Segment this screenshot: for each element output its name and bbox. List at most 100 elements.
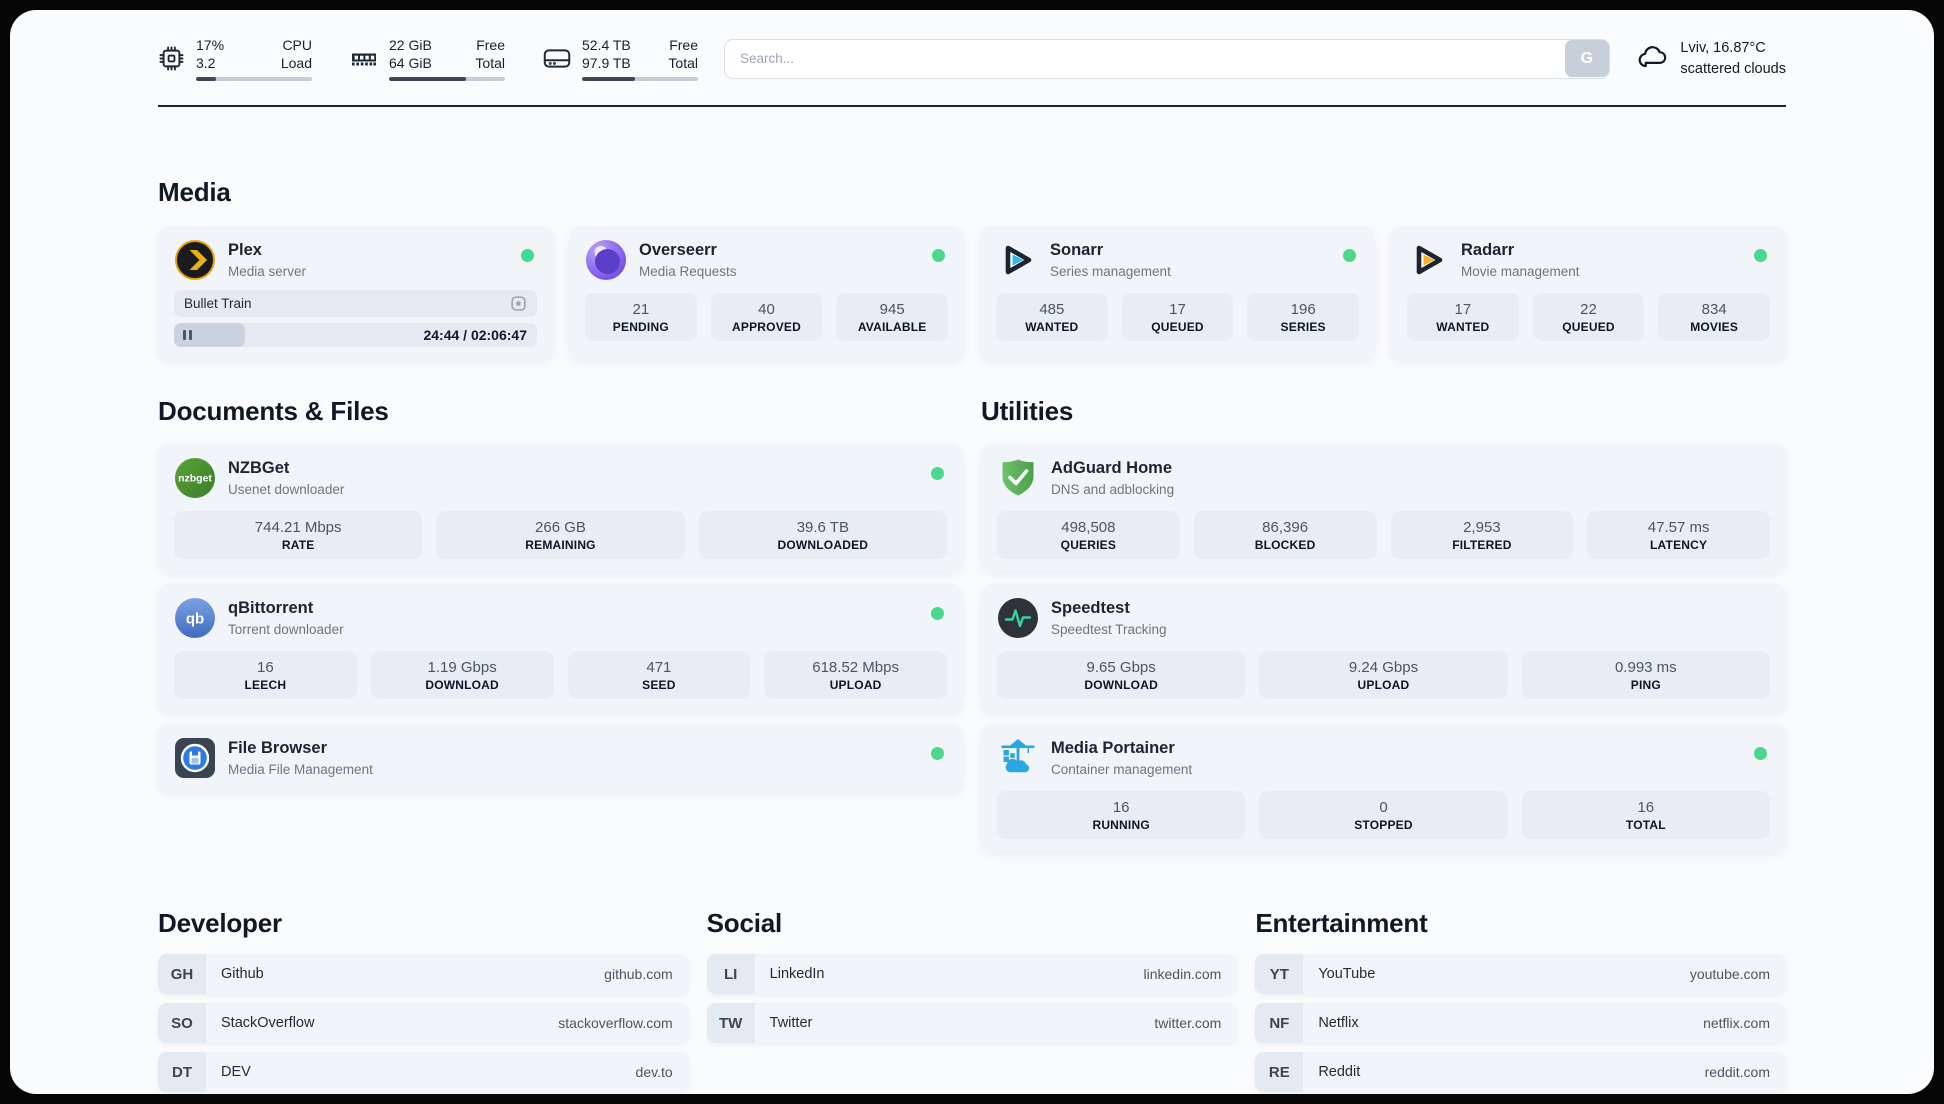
stat-queued: 17 QUEUED	[1121, 293, 1234, 342]
app-name: Overseerr	[639, 241, 717, 260]
link-badge: SO	[158, 1003, 206, 1044]
stat-latency: 47.57 ms LATENCY	[1587, 511, 1770, 560]
app-card-nzbget[interactable]: nzbget NZBGet Usenet downloader 744.21 M…	[158, 444, 963, 573]
ram-widget: 22 GiB Free 64 GiB Total	[350, 36, 505, 82]
sonarr-icon	[1005, 246, 1032, 275]
disk-icon	[543, 49, 571, 68]
app-desc: Media Requests	[639, 264, 737, 280]
weather-location-temp: Lviv, 16.87°C	[1680, 39, 1766, 56]
disk-total-label: Total	[668, 55, 698, 72]
cpu-percent: 17%	[196, 37, 225, 53]
weather-widget: Lviv, 16.87°C scattered clouds	[1636, 38, 1786, 80]
app-card-overseerr[interactable]: Overseerr Media Requests 21 PENDING 40 A…	[569, 226, 964, 361]
stat-rate: 744.21 Mbps RATE	[174, 511, 423, 560]
app-card-adguard[interactable]: AdGuard Home DNS and adblocking 498,508 …	[981, 444, 1786, 573]
link-badge: TW	[706, 1003, 755, 1044]
screen-icon[interactable]	[510, 295, 527, 312]
stat-seed: 471 SEED	[567, 651, 751, 700]
stat-upload: 9.24 Gbps UPLOAD	[1259, 651, 1508, 700]
link-linkedin[interactable]: LI LinkedIn linkedin.com	[706, 954, 1238, 995]
app-card-portainer[interactable]: Media Portainer Container management 16 …	[981, 724, 1786, 853]
link-netflix[interactable]: NF Netflix netflix.com	[1255, 1003, 1786, 1044]
ram-total-value: 64 GiB	[389, 55, 432, 72]
link-dev[interactable]: DT DEV dev.to	[158, 1052, 689, 1093]
topbar-divider	[158, 105, 1786, 108]
app-desc: DNS and adblocking	[1051, 482, 1175, 498]
app-name: Plex	[228, 241, 262, 260]
app-card-sonarr[interactable]: Sonarr Series management 485 WANTED 17 Q…	[980, 226, 1375, 361]
disk-widget: 52.4 TB Free 97.9 TB Total	[543, 36, 698, 82]
stat-downloaded: 39.6 TB DOWNLOADED	[698, 511, 947, 560]
search-input[interactable]	[724, 38, 1611, 79]
link-twitter[interactable]: TW Twitter twitter.com	[706, 1003, 1238, 1044]
radarr-icon	[1416, 246, 1443, 275]
ram-progressbar	[389, 77, 505, 82]
link-badge: NF	[1255, 1003, 1304, 1044]
app-card-filebrowser[interactable]: File Browser Media File Management	[158, 724, 963, 793]
qbittorrent-icon: qb	[175, 598, 215, 639]
link-badge: RE	[1255, 1052, 1304, 1093]
stat-total: 16 TOTAL	[1521, 791, 1770, 840]
cpu-load-value: 3.2	[196, 55, 216, 72]
stat-wanted: 17 WANTED	[1407, 293, 1519, 342]
dashboard-page: 17% CPU 3.2 Load 22 GiB Free 64 GiB Tota…	[10, 10, 1934, 1094]
link-badge: GH	[158, 954, 206, 995]
app-desc: Torrent downloader	[228, 622, 344, 638]
cloud-icon	[1639, 45, 1667, 67]
search-engine-button[interactable]: G	[1564, 40, 1609, 78]
pause-icon[interactable]	[183, 330, 192, 341]
app-card-qbittorrent[interactable]: qb qBittorrent Torrent downloader 16 LEE…	[158, 584, 963, 713]
disk-total-value: 97.9 TB	[582, 55, 631, 72]
stat-download: 9.65 Gbps DOWNLOAD	[997, 651, 1246, 700]
system-stats: 17% CPU 3.2 Load 22 GiB Free 64 GiB Tota…	[158, 36, 698, 82]
app-name: Speedtest	[1051, 599, 1130, 618]
stat-download: 1.19 Gbps DOWNLOAD	[370, 651, 554, 700]
app-card-radarr[interactable]: Radarr Movie management 17 WANTED 22 QUE…	[1391, 226, 1786, 361]
link-stackoverflow[interactable]: SO StackOverflow stackoverflow.com	[158, 1003, 689, 1044]
stat-blocked: 86,396 BLOCKED	[1193, 511, 1377, 560]
plex-icon	[175, 240, 215, 281]
portainer-icon	[1001, 739, 1035, 773]
app-name: File Browser	[228, 739, 328, 758]
section-title-entertainment: Entertainment	[1255, 908, 1428, 939]
ram-free-value: 22 GiB	[389, 37, 432, 53]
link-youtube[interactable]: YT YouTube youtube.com	[1255, 954, 1786, 995]
ram-free-label: Free	[476, 37, 505, 53]
now-playing-row: Bullet Train	[174, 290, 537, 318]
stat-pending: 21 PENDING	[585, 293, 697, 342]
link-github[interactable]: GH Github github.com	[158, 954, 689, 995]
app-desc: Speedtest Tracking	[1051, 622, 1167, 638]
app-desc: Media File Management	[228, 762, 373, 778]
stat-available: 945 AVAILABLE	[836, 293, 948, 342]
stat-wanted: 485 WANTED	[996, 293, 1108, 342]
stat-queries: 498,508 QUERIES	[997, 511, 1180, 560]
cpu-label: CPU	[282, 37, 312, 53]
stat-movies: 834 MOVIES	[1658, 293, 1770, 342]
app-card-plex[interactable]: Plex Media server Bullet Train 24:44 / 0…	[158, 226, 553, 361]
app-desc: Container management	[1051, 762, 1193, 778]
cpu-icon	[159, 46, 184, 71]
svg-text:qb: qb	[186, 611, 204, 628]
app-card-speedtest[interactable]: Speedtest Speedtest Tracking 9.65 Gbps D…	[981, 584, 1786, 713]
disk-free-label: Free	[669, 37, 698, 53]
stat-running: 16 RUNNING	[997, 791, 1246, 840]
app-desc: Movie management	[1461, 264, 1580, 280]
stat-leech: 16 LEECH	[174, 651, 357, 700]
playback-time: 24:44 / 02:06:47	[423, 327, 527, 344]
cpu-progressbar	[196, 77, 312, 82]
now-playing-title: Bullet Train	[184, 296, 252, 312]
app-name: qBittorrent	[228, 599, 314, 618]
app-name: Media Portainer	[1051, 739, 1175, 758]
disk-progressbar	[582, 77, 698, 82]
playback-progressbar: 24:44 / 02:06:47	[174, 323, 537, 348]
stat-upload: 618.52 Mbps UPLOAD	[764, 651, 947, 700]
stat-approved: 40 APPROVED	[710, 293, 823, 342]
stat-series: 196 SERIES	[1247, 293, 1359, 342]
section-title-media: Media	[158, 177, 231, 208]
svg-text:nzbget: nzbget	[178, 473, 212, 485]
cpu-load-label: Load	[280, 55, 312, 72]
stat-stopped: 0 STOPPED	[1259, 791, 1508, 840]
topbar: 17% CPU 3.2 Load 22 GiB Free 64 GiB Tota…	[158, 36, 1786, 82]
section-title-developer: Developer	[158, 908, 282, 939]
link-reddit[interactable]: RE Reddit reddit.com	[1255, 1052, 1786, 1093]
